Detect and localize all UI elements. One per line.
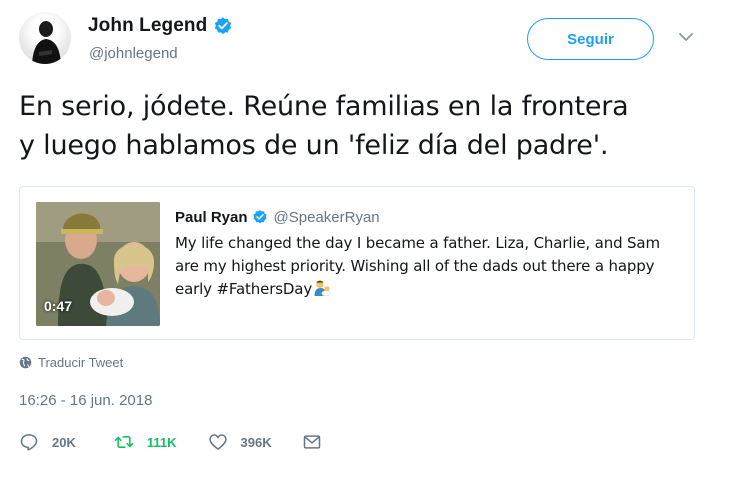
heart-icon	[208, 434, 227, 450]
translate-label: Traducir Tweet	[38, 355, 124, 370]
quoted-handle[interactable]: @SpeakerRyan	[274, 209, 380, 226]
reply-button[interactable]: 20K	[19, 432, 76, 452]
follow-button[interactable]: Seguir	[527, 18, 654, 60]
verified-badge-icon	[252, 210, 267, 224]
tweet-text: En serio, jódete. Reúne familias en la f…	[19, 87, 719, 165]
video-duration: 0:47	[44, 298, 73, 314]
reply-count: 20K	[52, 434, 76, 450]
quoted-tweet[interactable]: 0:47 Paul Ryan @SpeakerRyan My life chan…	[19, 186, 695, 340]
globe-icon	[19, 356, 32, 369]
tweet-text-line-1: En serio, jódete. Reúne familias en la f…	[19, 91, 629, 122]
like-button[interactable]: 396K	[208, 432, 272, 452]
author-display-name[interactable]: John Legend	[88, 15, 207, 37]
author-name-row: John Legend	[88, 14, 233, 38]
tweet-actions: 20K 111K 396K	[19, 431, 322, 453]
envelope-icon	[303, 435, 320, 449]
tweet-timestamp[interactable]: 16:26 - 16 jun. 2018	[19, 392, 152, 409]
reply-icon	[20, 434, 38, 451]
chevron-down-icon[interactable]	[677, 28, 695, 46]
tweet-text-line-2: y luego hablamos de un 'feliz día del pa…	[19, 130, 609, 161]
retweet-count: 111K	[146, 434, 177, 450]
quoted-text: My life changed the day I became a fathe…	[175, 234, 660, 298]
retweet-icon	[114, 436, 134, 448]
quoted-video-thumbnail[interactable]: 0:47	[36, 202, 160, 326]
retweet-button[interactable]: 111K	[114, 432, 177, 452]
quoted-text-block: My life changed the day I became a fathe…	[175, 232, 680, 301]
quoted-display-name[interactable]: Paul Ryan	[175, 209, 248, 226]
man-with-baby-emoji	[314, 280, 331, 296]
avatar-photo	[32, 21, 61, 64]
direct-message-button[interactable]	[302, 432, 322, 452]
translate-tweet-link[interactable]: Traducir Tweet	[19, 355, 123, 370]
verified-badge-icon	[215, 17, 232, 35]
like-count: 396K	[240, 434, 272, 450]
quoted-name-row: Paul Ryan @SpeakerRyan	[175, 207, 380, 227]
avatar[interactable]	[19, 12, 71, 64]
author-handle[interactable]: @johnlegend	[89, 45, 178, 62]
